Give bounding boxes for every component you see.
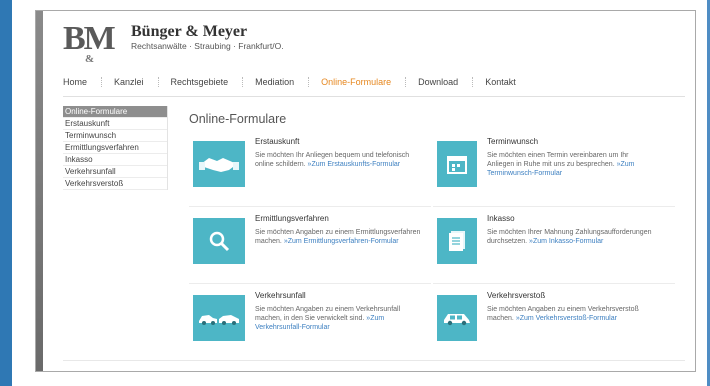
document-icon[interactable] bbox=[437, 218, 477, 264]
form-cards: Erstauskunft Sie möchten Ihr Anliegen be… bbox=[189, 132, 675, 360]
nav-divider bbox=[63, 96, 685, 97]
card-link[interactable]: »Zum Inkasso-Formular bbox=[529, 238, 603, 245]
nav-online-formulare[interactable]: Online-Formulare bbox=[321, 77, 407, 87]
nav-home[interactable]: Home bbox=[63, 77, 103, 87]
card-text: Sie möchten einen Termin vereinbaren um … bbox=[487, 152, 629, 168]
nav-mediation[interactable]: Mediation bbox=[255, 77, 310, 87]
website-screenshot: BM & Bünger & Meyer Rechtsanwälte · Stra… bbox=[35, 10, 696, 372]
nav-download[interactable]: Download bbox=[418, 77, 474, 87]
nav-kanzlei[interactable]: Kanzlei bbox=[114, 77, 159, 87]
sidebar-item-verkehrsverstoss[interactable]: Verkehrsverstoß bbox=[63, 178, 167, 190]
car-crash-icon[interactable] bbox=[193, 295, 245, 341]
calendar-icon[interactable] bbox=[437, 141, 477, 187]
sidebar-item-terminwunsch[interactable]: Terminwunsch bbox=[63, 130, 167, 142]
card-ermittlungsverfahren: Ermittlungsverfahren Sie möchten Angaben… bbox=[189, 209, 431, 284]
sidebar-item-inkasso[interactable]: Inkasso bbox=[63, 154, 167, 166]
browser-edge bbox=[36, 11, 43, 371]
nav-kontakt[interactable]: Kontakt bbox=[485, 77, 530, 87]
sidebar-item-erstauskunft[interactable]: Erstauskunft bbox=[63, 118, 167, 130]
nav-rechtsgebiete[interactable]: Rechtsgebiete bbox=[171, 77, 244, 87]
magnifier-icon[interactable] bbox=[193, 218, 245, 264]
document-frame-left bbox=[0, 0, 12, 386]
sidebar-item-ermittlungsverfahren[interactable]: Ermittlungsverfahren bbox=[63, 142, 167, 154]
card-title[interactable]: Inkasso bbox=[487, 214, 515, 223]
main-navigation: Home Kanzlei Rechtsgebiete Mediation Onl… bbox=[63, 74, 683, 90]
page-bottom-divider bbox=[63, 360, 685, 361]
page-title: Online-Formulare bbox=[189, 112, 287, 126]
web-page: BM & Bünger & Meyer Rechtsanwälte · Stra… bbox=[43, 11, 695, 371]
card-title[interactable]: Erstauskunft bbox=[255, 137, 299, 146]
logo-ampersand: & bbox=[85, 53, 94, 65]
brand-subtitle: Rechtsanwälte · Straubing · Frankfurt/O. bbox=[131, 41, 284, 51]
card-description: Sie möchten Angaben zu einem Verkehrsver… bbox=[487, 305, 657, 323]
card-inkasso: Inkasso Sie möchten Ihrer Mahnung Zahlun… bbox=[433, 209, 675, 284]
card-link[interactable]: »Zum Erstauskunfts-Formular bbox=[308, 161, 401, 168]
sidebar: Online-Formulare Erstauskunft Terminwuns… bbox=[63, 106, 168, 190]
card-description: Sie möchten Angaben zu einem Ermittlungs… bbox=[255, 228, 425, 246]
card-title[interactable]: Verkehrsunfall bbox=[255, 291, 306, 300]
card-description: Sie möchten einen Termin vereinbaren um … bbox=[487, 151, 657, 178]
card-link[interactable]: »Zum Verkehrsverstoß-Formular bbox=[516, 315, 617, 322]
card-title[interactable]: Verkehrsverstoß bbox=[487, 291, 545, 300]
card-verkehrsunfall: Verkehrsunfall Sie möchten Angaben zu ei… bbox=[189, 286, 431, 360]
card-description: Sie möchten Ihrer Mahnung Zahlungsauffor… bbox=[487, 228, 657, 246]
car-icon[interactable] bbox=[437, 295, 477, 341]
card-description: Sie möchten Ihr Anliegen bequem und tele… bbox=[255, 151, 425, 169]
handshake-icon[interactable] bbox=[193, 141, 245, 187]
card-verkehrsverstoss: Verkehrsverstoß Sie möchten Angaben zu e… bbox=[433, 286, 675, 360]
card-title[interactable]: Terminwunsch bbox=[487, 137, 538, 146]
logo[interactable]: BM & bbox=[63, 21, 121, 66]
sidebar-item-online-formulare[interactable]: Online-Formulare bbox=[63, 106, 167, 118]
sidebar-item-verkehrsunfall[interactable]: Verkehrsunfall bbox=[63, 166, 167, 178]
card-terminwunsch: Terminwunsch Sie möchten einen Termin ve… bbox=[433, 132, 675, 207]
card-title[interactable]: Ermittlungsverfahren bbox=[255, 214, 329, 223]
brand-name: Bünger & Meyer bbox=[131, 23, 248, 40]
card-description: Sie möchten Angaben zu einem Verkehrsunf… bbox=[255, 305, 425, 332]
card-erstauskunft: Erstauskunft Sie möchten Ihr Anliegen be… bbox=[189, 132, 431, 207]
card-link[interactable]: »Zum Ermittlungsverfahren-Formular bbox=[284, 238, 399, 245]
